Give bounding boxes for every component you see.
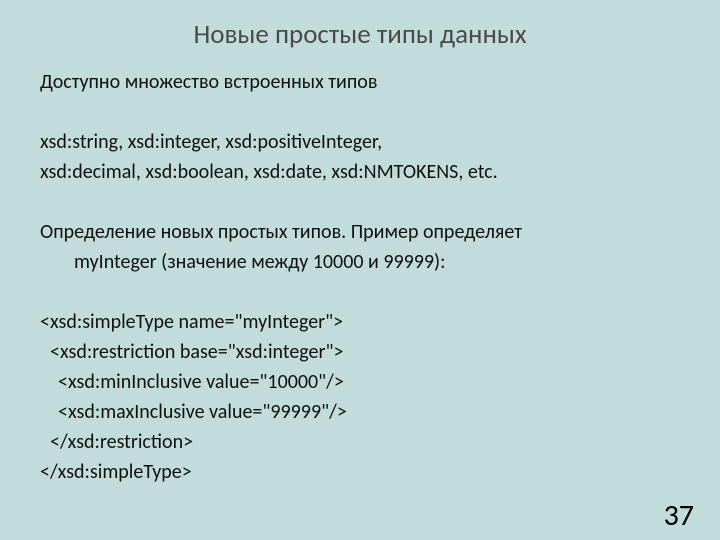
paragraph-line: xsd:decimal, xsd:boolean, xsd:date, xsd:… <box>40 157 680 187</box>
code-line: <xsd:minInclusive value="10000"/> <box>40 367 680 397</box>
paragraph-line: Доступно множество встроенных типов <box>40 67 680 97</box>
code-line: </xsd:simpleType> <box>40 457 680 487</box>
slide-body: Доступно множество встроенных типов xsd:… <box>40 67 680 487</box>
slide: Новые простые типы данных Доступно множе… <box>0 0 720 540</box>
code-line: <xsd:restriction base="xsd:integer"> <box>40 337 680 367</box>
paragraph-line: xsd:string, xsd:integer, xsd:positiveInt… <box>40 127 680 157</box>
slide-title: Новые простые типы данных <box>40 18 680 51</box>
code-line: </xsd:restriction> <box>40 427 680 457</box>
blank-line <box>40 97 680 127</box>
blank-line <box>40 277 680 307</box>
blank-line <box>40 187 680 217</box>
page-number: 37 <box>664 497 694 534</box>
paragraph-line: myInteger (значение между 10000 и 99999)… <box>40 247 680 277</box>
code-line: <xsd:simpleType name="myInteger"> <box>40 307 680 337</box>
code-line: <xsd:maxInclusive value="99999"/> <box>40 397 680 427</box>
paragraph-line: Определение новых простых типов. Пример … <box>40 217 680 247</box>
